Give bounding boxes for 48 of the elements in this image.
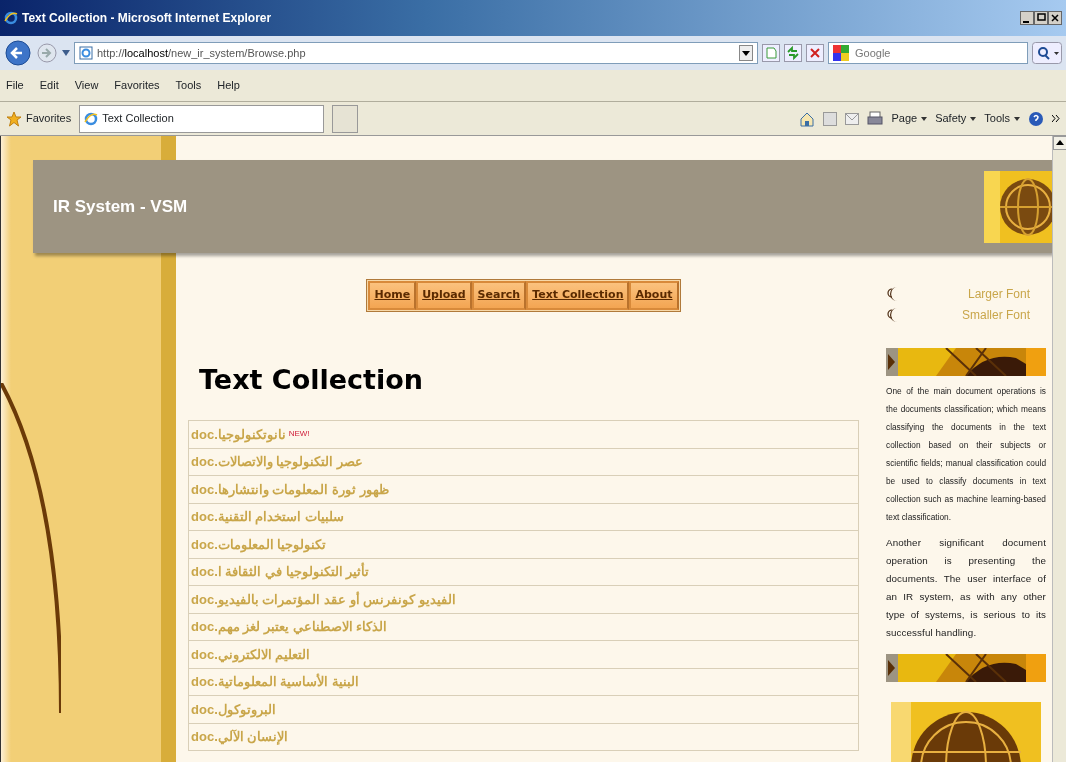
nav-link[interactable]: Upload <box>416 281 472 310</box>
search-engine-icon <box>833 45 849 61</box>
command-menu[interactable]: Tools <box>984 110 1010 127</box>
menu-item[interactable]: Tools <box>175 77 202 94</box>
favorites-button[interactable]: Favorites <box>6 110 72 127</box>
browser-icon <box>84 111 99 126</box>
nav-link[interactable]: Home <box>368 281 417 310</box>
back-icon[interactable] <box>4 39 32 67</box>
browser-tab[interactable]: Text Collection <box>79 104 325 133</box>
window-title: Text Collection - Microsoft Internet Explorer <box>22 10 272 27</box>
page-heading: Text Collection <box>199 362 424 397</box>
browser-icon <box>4 11 18 25</box>
page-icon <box>79 46 93 60</box>
menu-item[interactable]: Favorites <box>114 77 160 94</box>
home-icon[interactable] <box>799 110 816 127</box>
menu-item[interactable]: File <box>6 77 24 94</box>
caret-icon[interactable] <box>1014 116 1020 121</box>
stop-icon[interactable] <box>806 44 824 62</box>
close-icon[interactable] <box>1048 11 1062 25</box>
refresh-icon[interactable] <box>784 44 802 62</box>
menu-item[interactable]: Help <box>217 77 240 94</box>
address-field[interactable]: http://localhost/new_ir_system/Browse.php <box>74 42 758 64</box>
sidebar-paragraph: One of the main document operations is the documents classification; which means classifying the documents in the text collection based on their subjects or scientific fields; manual classification could be used to classify documents in text collection such as machine learning-based text classification. <box>886 385 1046 524</box>
caret-icon[interactable] <box>970 116 977 121</box>
maximize-icon[interactable] <box>1034 11 1048 25</box>
search-box[interactable]: Google <box>828 42 1028 64</box>
caret-icon[interactable] <box>921 116 928 121</box>
command-menu[interactable]: Page <box>891 110 918 127</box>
command-menu[interactable]: Safety <box>935 110 967 127</box>
chevron-icon[interactable] <box>1052 115 1060 122</box>
menu-item[interactable]: View <box>74 77 99 94</box>
dropdown-icon[interactable] <box>739 45 753 61</box>
scrollbar[interactable] <box>1052 136 1066 762</box>
nav-link[interactable]: Search <box>471 281 527 310</box>
menu-item[interactable]: Edit <box>39 77 59 94</box>
nav-link[interactable]: Text Collection <box>526 281 630 310</box>
scroll-up-icon[interactable] <box>1053 136 1066 150</box>
minimize-icon[interactable] <box>1020 11 1034 25</box>
print-icon[interactable] <box>867 110 884 127</box>
compatibility-icon[interactable] <box>762 44 780 62</box>
help-icon[interactable] <box>1028 110 1044 127</box>
nav-link[interactable]: About <box>629 281 679 310</box>
site-title: IR System - VSM <box>52 195 188 218</box>
sidebar-paragraph: Another significant document operation is presenting the documents. The user interface of an IR system, as with any other type of systems, is serious to its successful handling. <box>886 536 1046 640</box>
new-label: NEW! <box>288 428 310 441</box>
star-icon <box>6 110 22 127</box>
url-text: http://localhost/new_ir_system/Browse.php <box>97 45 306 61</box>
search-icon[interactable] <box>1032 42 1062 64</box>
